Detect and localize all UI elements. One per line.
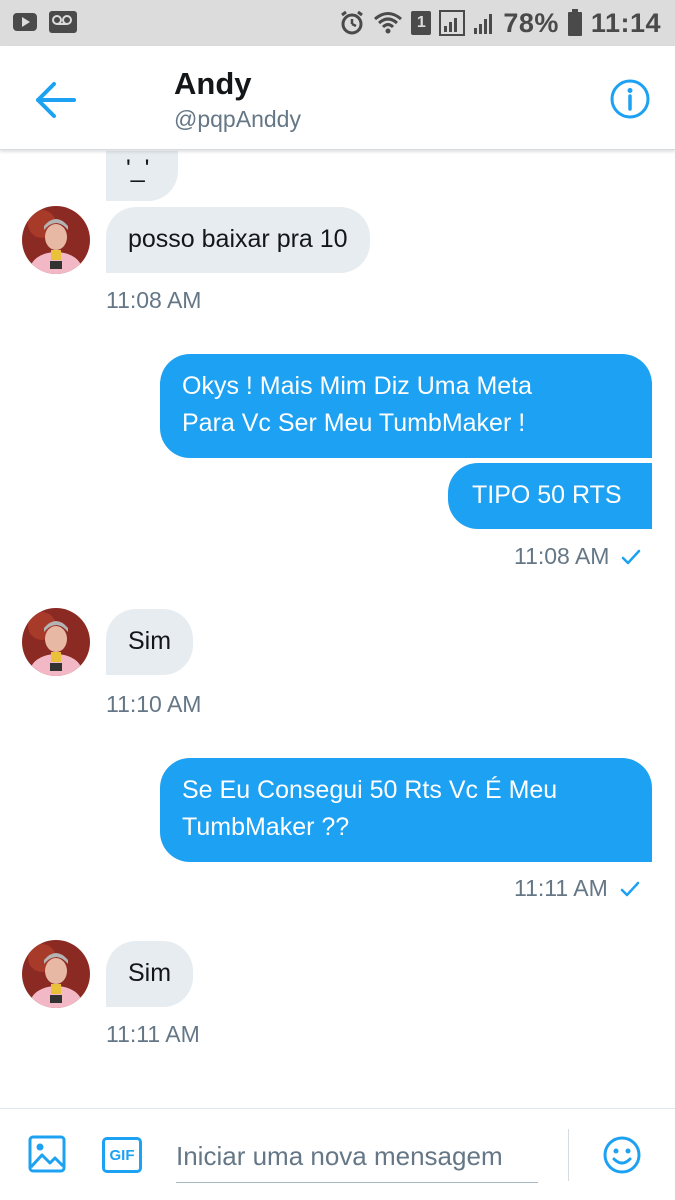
signal-icon [439, 10, 466, 36]
signal-strength-icon [474, 14, 493, 34]
back-arrow-icon[interactable] [32, 78, 80, 122]
timestamp-text: 11:08 AM [514, 543, 610, 569]
incoming-message-bubble[interactable]: '_' [106, 151, 178, 201]
timestamp-text: 11:11 AM [514, 875, 608, 901]
message-text-line: Se Eu Consegui 50 Rts Vc É Meu [182, 776, 558, 804]
avatar-image [22, 940, 90, 1008]
incoming-message-bubble[interactable]: posso baixar pra 10 [106, 207, 370, 273]
avatar-image [22, 608, 90, 676]
outgoing-message-bubble[interactable]: Se Eu Consegui 50 Rts Vc É Meu TumbMaker… [160, 758, 652, 862]
message-timestamp: 11:11 AM [106, 1021, 200, 1047]
read-check-icon [620, 881, 640, 897]
alarm-icon [341, 10, 364, 35]
avatar-image [22, 206, 90, 274]
message-text-line: Okys ! Mais Mim Diz Uma Meta [182, 372, 533, 400]
emoji-icon[interactable] [602, 1135, 642, 1175]
gif-button[interactable]: GIF [102, 1137, 142, 1173]
message-text: Sim [128, 627, 172, 655]
incoming-message-bubble[interactable]: Sim [106, 609, 194, 675]
contact-handle[interactable]: @pqpAnddy [174, 106, 301, 133]
outgoing-message-bubble[interactable]: TIPO 50 RTS [448, 463, 652, 529]
message-timestamp: 11:11 AM [514, 875, 640, 902]
message-text-line: Para Vc Ser Meu TumbMaker ! [182, 409, 526, 437]
message-input[interactable] [176, 1131, 538, 1183]
wifi-icon [374, 12, 403, 34]
message-text: TIPO 50 RTS [472, 481, 622, 509]
message-timestamp: 11:08 AM [514, 543, 641, 570]
message-text: Sim [128, 959, 172, 987]
message-text-line: TumbMaker ?? [182, 813, 350, 841]
message-text: '_' [126, 155, 150, 183]
outgoing-message-bubble[interactable]: Okys ! Mais Mim Diz Uma Meta Para Vc Ser… [160, 354, 652, 458]
contact-name[interactable]: Andy [174, 66, 252, 102]
avatar[interactable] [22, 206, 90, 274]
voicemail-icon [49, 11, 77, 33]
message-timestamp: 11:08 AM [106, 287, 202, 313]
incoming-message-bubble[interactable]: Sim [106, 941, 194, 1007]
avatar[interactable] [22, 608, 90, 676]
sim-badge: 1 [411, 11, 432, 35]
info-icon[interactable] [609, 78, 651, 120]
avatar[interactable] [22, 940, 90, 1008]
status-bar: 1 78% 11:14 [0, 0, 675, 46]
youtube-icon [13, 13, 37, 31]
message-text: posso baixar pra 10 [128, 225, 348, 253]
clock: 11:14 [590, 7, 661, 38]
image-icon[interactable] [28, 1135, 66, 1173]
message-timestamp: 11:10 AM [106, 691, 202, 717]
battery-icon [567, 9, 582, 36]
message-list[interactable]: '_' posso baixar pra 10 11:08 AM Okys ! … [0, 151, 675, 1108]
read-check-icon [622, 549, 641, 565]
message-composer: GIF [0, 1108, 675, 1200]
battery-percent: 78% [503, 7, 559, 38]
conversation-header: Andy @pqpAnddy [0, 46, 675, 150]
composer-divider [568, 1129, 569, 1181]
